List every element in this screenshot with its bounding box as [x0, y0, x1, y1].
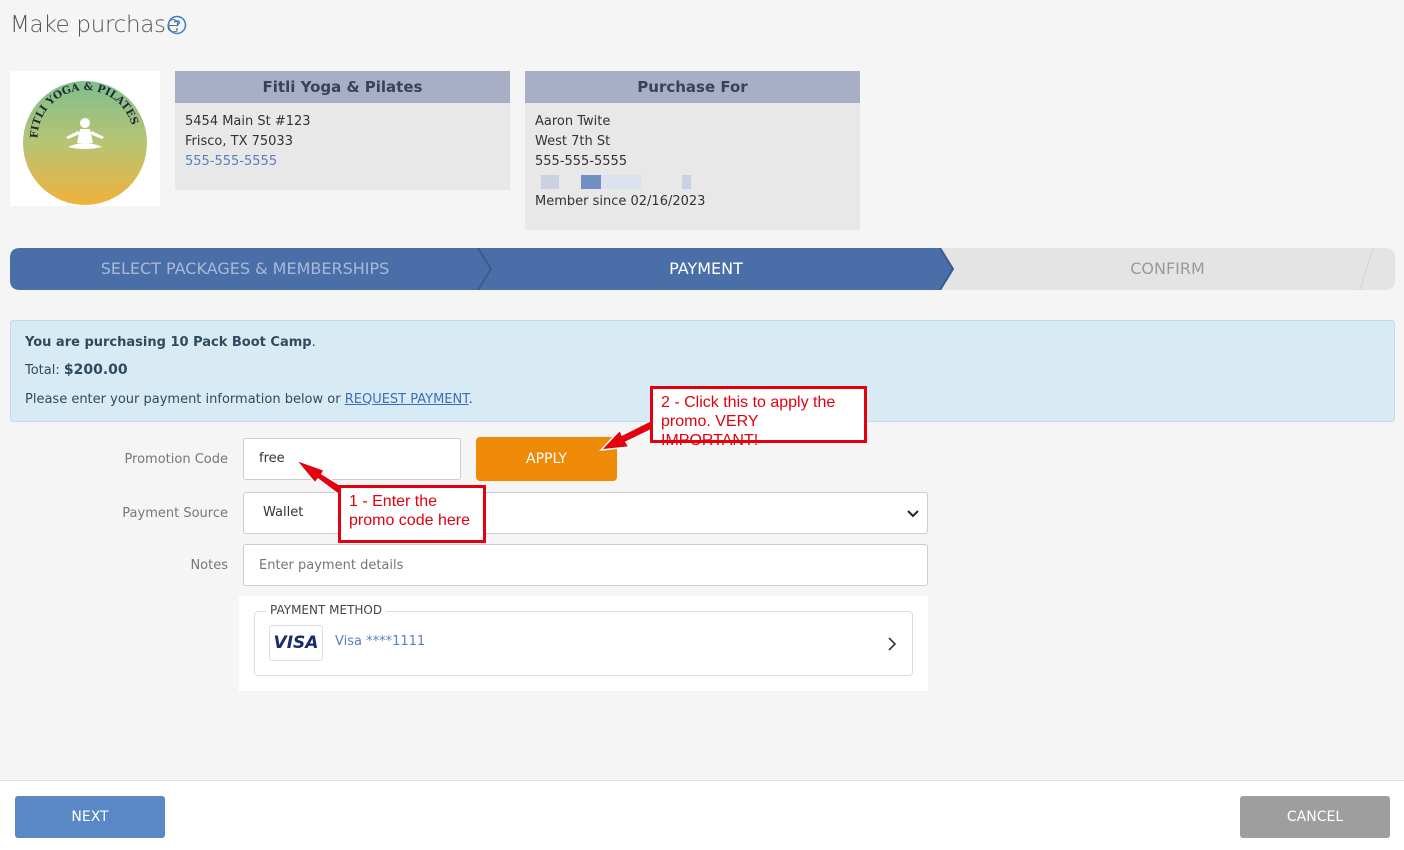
cancel-button[interactable]: CANCEL: [1240, 796, 1390, 838]
request-payment-link[interactable]: REQUEST PAYMENT: [345, 392, 469, 407]
purchasing-item: 10 Pack Boot Camp: [170, 335, 312, 350]
purchase-for-card: Purchase For Aaron Twite West 7th St 555…: [525, 71, 860, 230]
promo-code-input[interactable]: free: [243, 438, 461, 480]
customer-phone: 555-555-5555: [535, 154, 628, 169]
help-icon[interactable]: [167, 15, 187, 35]
visa-logo: VISA: [269, 625, 323, 661]
saved-card-label: Visa ****1111: [335, 634, 426, 649]
next-button[interactable]: NEXT: [15, 796, 165, 838]
payment-method-legend: PAYMENT METHOD: [266, 603, 387, 617]
checkout-stepper: SELECT PACKAGES & MEMBERSHIPS PAYMENT CO…: [10, 248, 1395, 290]
customer-name: Aaron Twite: [535, 114, 611, 129]
studio-address-line2: Frisco, TX 75033: [185, 134, 293, 149]
chevron-right-icon: [888, 637, 896, 651]
studio-logo: FITLI YOGA & PILATES: [10, 71, 160, 206]
customer-street: West 7th St: [535, 134, 611, 149]
total-line: Total: $200.00: [25, 362, 128, 378]
promo-code-value: free: [259, 451, 285, 466]
total-value: $200.00: [63, 362, 128, 378]
step-select-packages[interactable]: SELECT PACKAGES & MEMBERSHIPS: [10, 248, 480, 290]
payment-source-label: Payment Source: [122, 506, 228, 521]
chevron-down-icon: [907, 510, 919, 518]
studio-address-line1: 5454 Main St #123: [185, 114, 311, 129]
member-since: Member since 02/16/2023: [535, 194, 706, 209]
studio-card: Fitli Yoga & Pilates 5454 Main St #123 F…: [175, 71, 510, 190]
payment-method-card[interactable]: VISA Visa ****1111: [254, 611, 913, 676]
promo-code-label: Promotion Code: [124, 452, 228, 467]
purchasing-line: You are purchasing 10 Pack Boot Camp.: [25, 335, 316, 350]
notes-label: Notes: [190, 558, 228, 573]
callout-enter-promo: 1 - Enter the promo code here: [338, 485, 486, 543]
redacted-info: [535, 172, 850, 192]
step-payment[interactable]: PAYMENT: [480, 248, 932, 290]
callout-apply-promo: 2 - Click this to apply the promo. VERY …: [650, 386, 867, 449]
notes-input[interactable]: [243, 544, 928, 586]
purchase-for-heading: Purchase For: [525, 71, 860, 103]
instructions-line: Please enter your payment information be…: [25, 392, 473, 407]
apply-button[interactable]: APPLY: [476, 437, 617, 481]
studio-phone-link[interactable]: 555-555-5555: [185, 152, 500, 172]
payment-source-value: Wallet: [263, 505, 304, 520]
page-title: Make purchase: [10, 12, 180, 38]
footer-bar: [0, 780, 1404, 850]
studio-name: Fitli Yoga & Pilates: [175, 71, 510, 103]
step-confirm[interactable]: CONFIRM: [940, 248, 1395, 290]
